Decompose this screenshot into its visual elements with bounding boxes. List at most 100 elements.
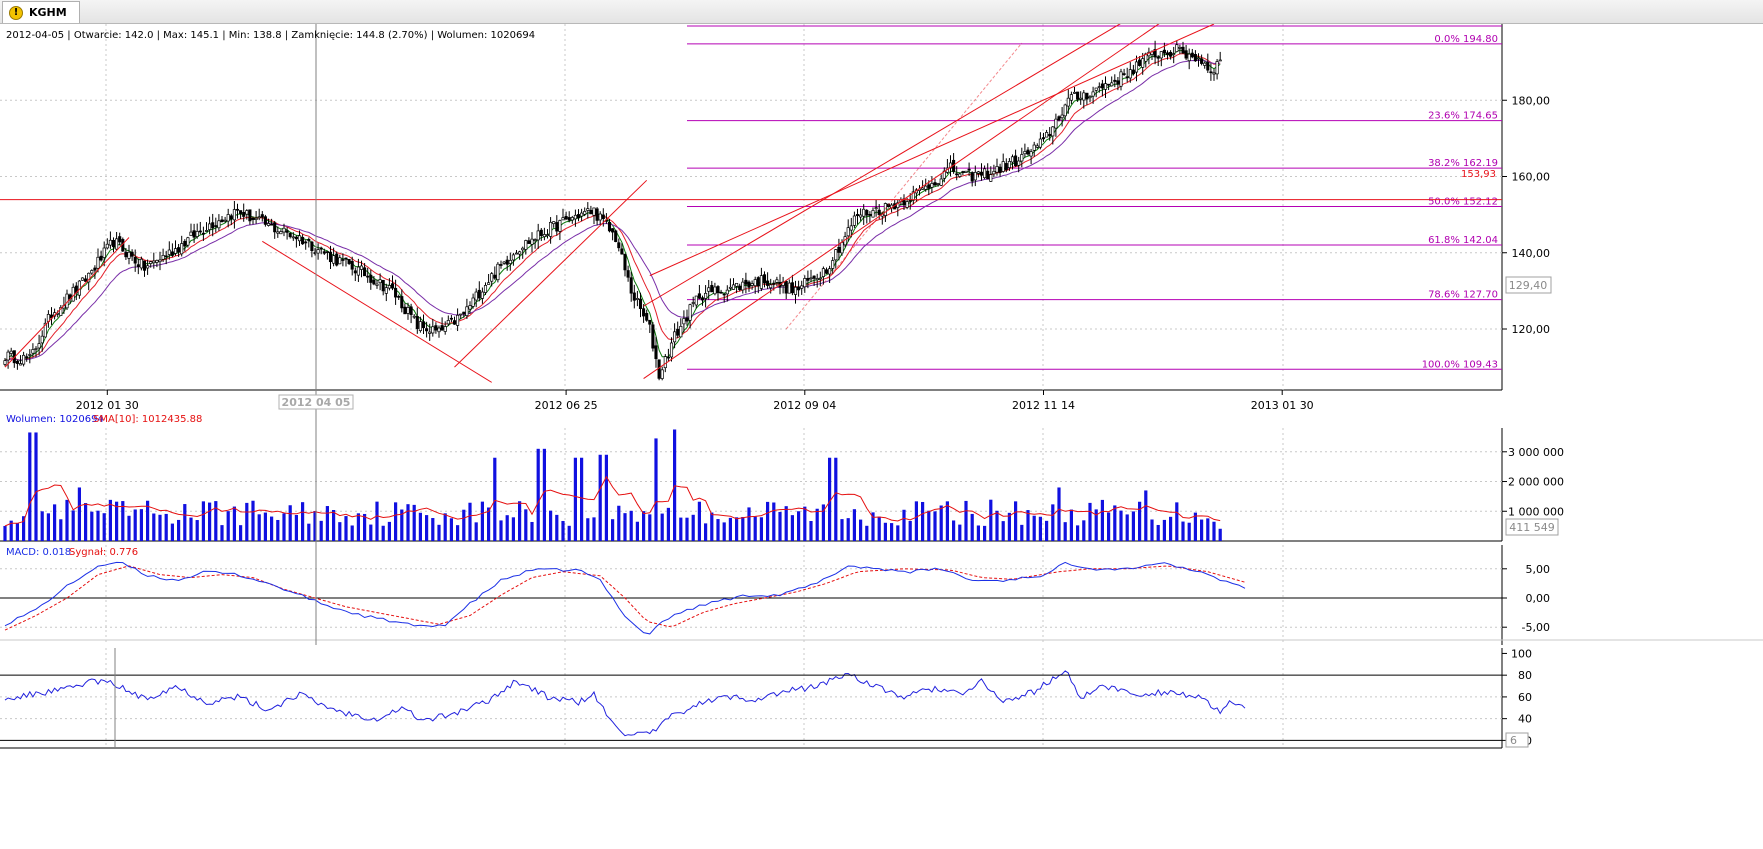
candle-body <box>93 267 97 271</box>
candle-body <box>328 251 333 263</box>
candle-body <box>1010 156 1015 163</box>
candle-body <box>790 282 794 294</box>
volume-bar <box>1045 520 1049 541</box>
candle-body <box>629 277 633 294</box>
candle-body <box>356 266 360 276</box>
candle-body <box>1169 51 1173 57</box>
candle-body <box>862 208 866 217</box>
candle-body <box>350 261 354 270</box>
candle-body <box>533 239 537 241</box>
candle-body <box>142 260 147 271</box>
candle-body <box>437 327 441 333</box>
candle-body <box>1190 52 1194 58</box>
candle-body <box>772 282 776 285</box>
candle-body <box>1159 51 1163 59</box>
candle-body <box>1156 56 1160 59</box>
volume-axis-label: 1 000 000 <box>1508 505 1564 518</box>
volume-bar <box>195 520 199 541</box>
candle-body <box>508 260 512 264</box>
candle-body <box>1131 69 1135 74</box>
candle-body <box>84 278 88 282</box>
candle-body <box>812 275 816 279</box>
volume-bar <box>772 502 776 541</box>
chart-frame <box>0 24 1503 749</box>
candle-body <box>871 210 875 218</box>
candle-body <box>669 342 674 358</box>
candle-body <box>700 297 705 301</box>
ohlc-info-line: 2012-04-05 | Otwarcie: 142.0 | Max: 145.… <box>6 30 535 41</box>
volume-bar <box>809 520 813 541</box>
candle-body <box>369 274 373 283</box>
candle-body <box>939 178 943 186</box>
candle-body <box>1110 82 1114 87</box>
candle-body <box>809 277 813 280</box>
volume-bar <box>1069 509 1073 541</box>
candle-body <box>992 170 996 175</box>
volume-bar <box>1100 499 1104 541</box>
volume-bar <box>549 510 553 541</box>
trend-line <box>454 179 648 368</box>
candle-body <box>40 335 44 344</box>
candle-body <box>332 255 336 264</box>
candle-body <box>375 283 379 286</box>
candle-body <box>285 230 289 233</box>
candle-body <box>347 259 351 264</box>
candle-body <box>177 247 181 253</box>
candle-body <box>25 356 29 359</box>
candle-body <box>282 227 286 233</box>
volume-bar <box>338 522 342 541</box>
candle-body <box>487 282 491 285</box>
volume-bar <box>611 519 615 541</box>
candle-body <box>490 273 494 282</box>
candle-body <box>536 230 540 241</box>
candle-body <box>387 285 391 289</box>
candle-body <box>22 354 26 365</box>
candle-body <box>15 360 19 364</box>
candle-body <box>276 231 280 234</box>
time-axis-label: 2012 11 14 <box>1012 399 1075 412</box>
candle-body <box>735 282 739 287</box>
chart-area[interactable]: 0.0% 194.80 23.6% 174.65 38.2% 162.19 50.0%… <box>0 24 1763 849</box>
last-oscillator-badge: 6 <box>1505 732 1529 748</box>
candle-body <box>859 214 863 218</box>
candle-body <box>161 255 165 260</box>
volume-bar <box>208 502 212 541</box>
tab-bar: ! KGHM <box>0 0 1763 24</box>
candle-body <box>136 264 140 267</box>
candle-body <box>614 230 618 243</box>
candle-body <box>279 231 283 235</box>
volume-bar <box>263 512 267 541</box>
volume-bar <box>840 519 844 541</box>
volume-bar <box>542 448 546 541</box>
candle-body <box>1023 151 1027 155</box>
candle-body <box>744 279 748 285</box>
candle-body <box>294 236 298 240</box>
candle-body <box>480 291 484 299</box>
candle-body <box>462 311 466 315</box>
oscillator-axis-label: 60 <box>1518 691 1532 704</box>
candle-body <box>344 257 348 260</box>
candle-body <box>251 217 255 220</box>
candle-body <box>505 259 509 265</box>
oscillator-line <box>0 670 1502 741</box>
volume-bar <box>214 501 218 541</box>
candle-body <box>322 251 326 254</box>
candle-body <box>818 277 822 280</box>
volume-bar <box>989 499 993 541</box>
volume-bar <box>797 511 801 541</box>
volume-bar <box>3 525 7 541</box>
macd-axis-label: -5,00 <box>1522 621 1550 634</box>
tab-kghm[interactable]: ! KGHM <box>2 1 80 23</box>
volume-bar <box>387 521 391 541</box>
candle-body <box>189 231 193 236</box>
volume-bar <box>877 516 881 541</box>
last-oscillator-label: 6 <box>1510 734 1517 747</box>
volume-bar <box>84 503 88 541</box>
candle-body <box>849 225 853 231</box>
candle-body <box>1200 58 1204 64</box>
candle-body <box>452 320 457 325</box>
volume-bar <box>945 501 949 541</box>
candle-body <box>288 232 292 238</box>
candle-body <box>111 239 116 248</box>
candle-body <box>6 351 10 361</box>
